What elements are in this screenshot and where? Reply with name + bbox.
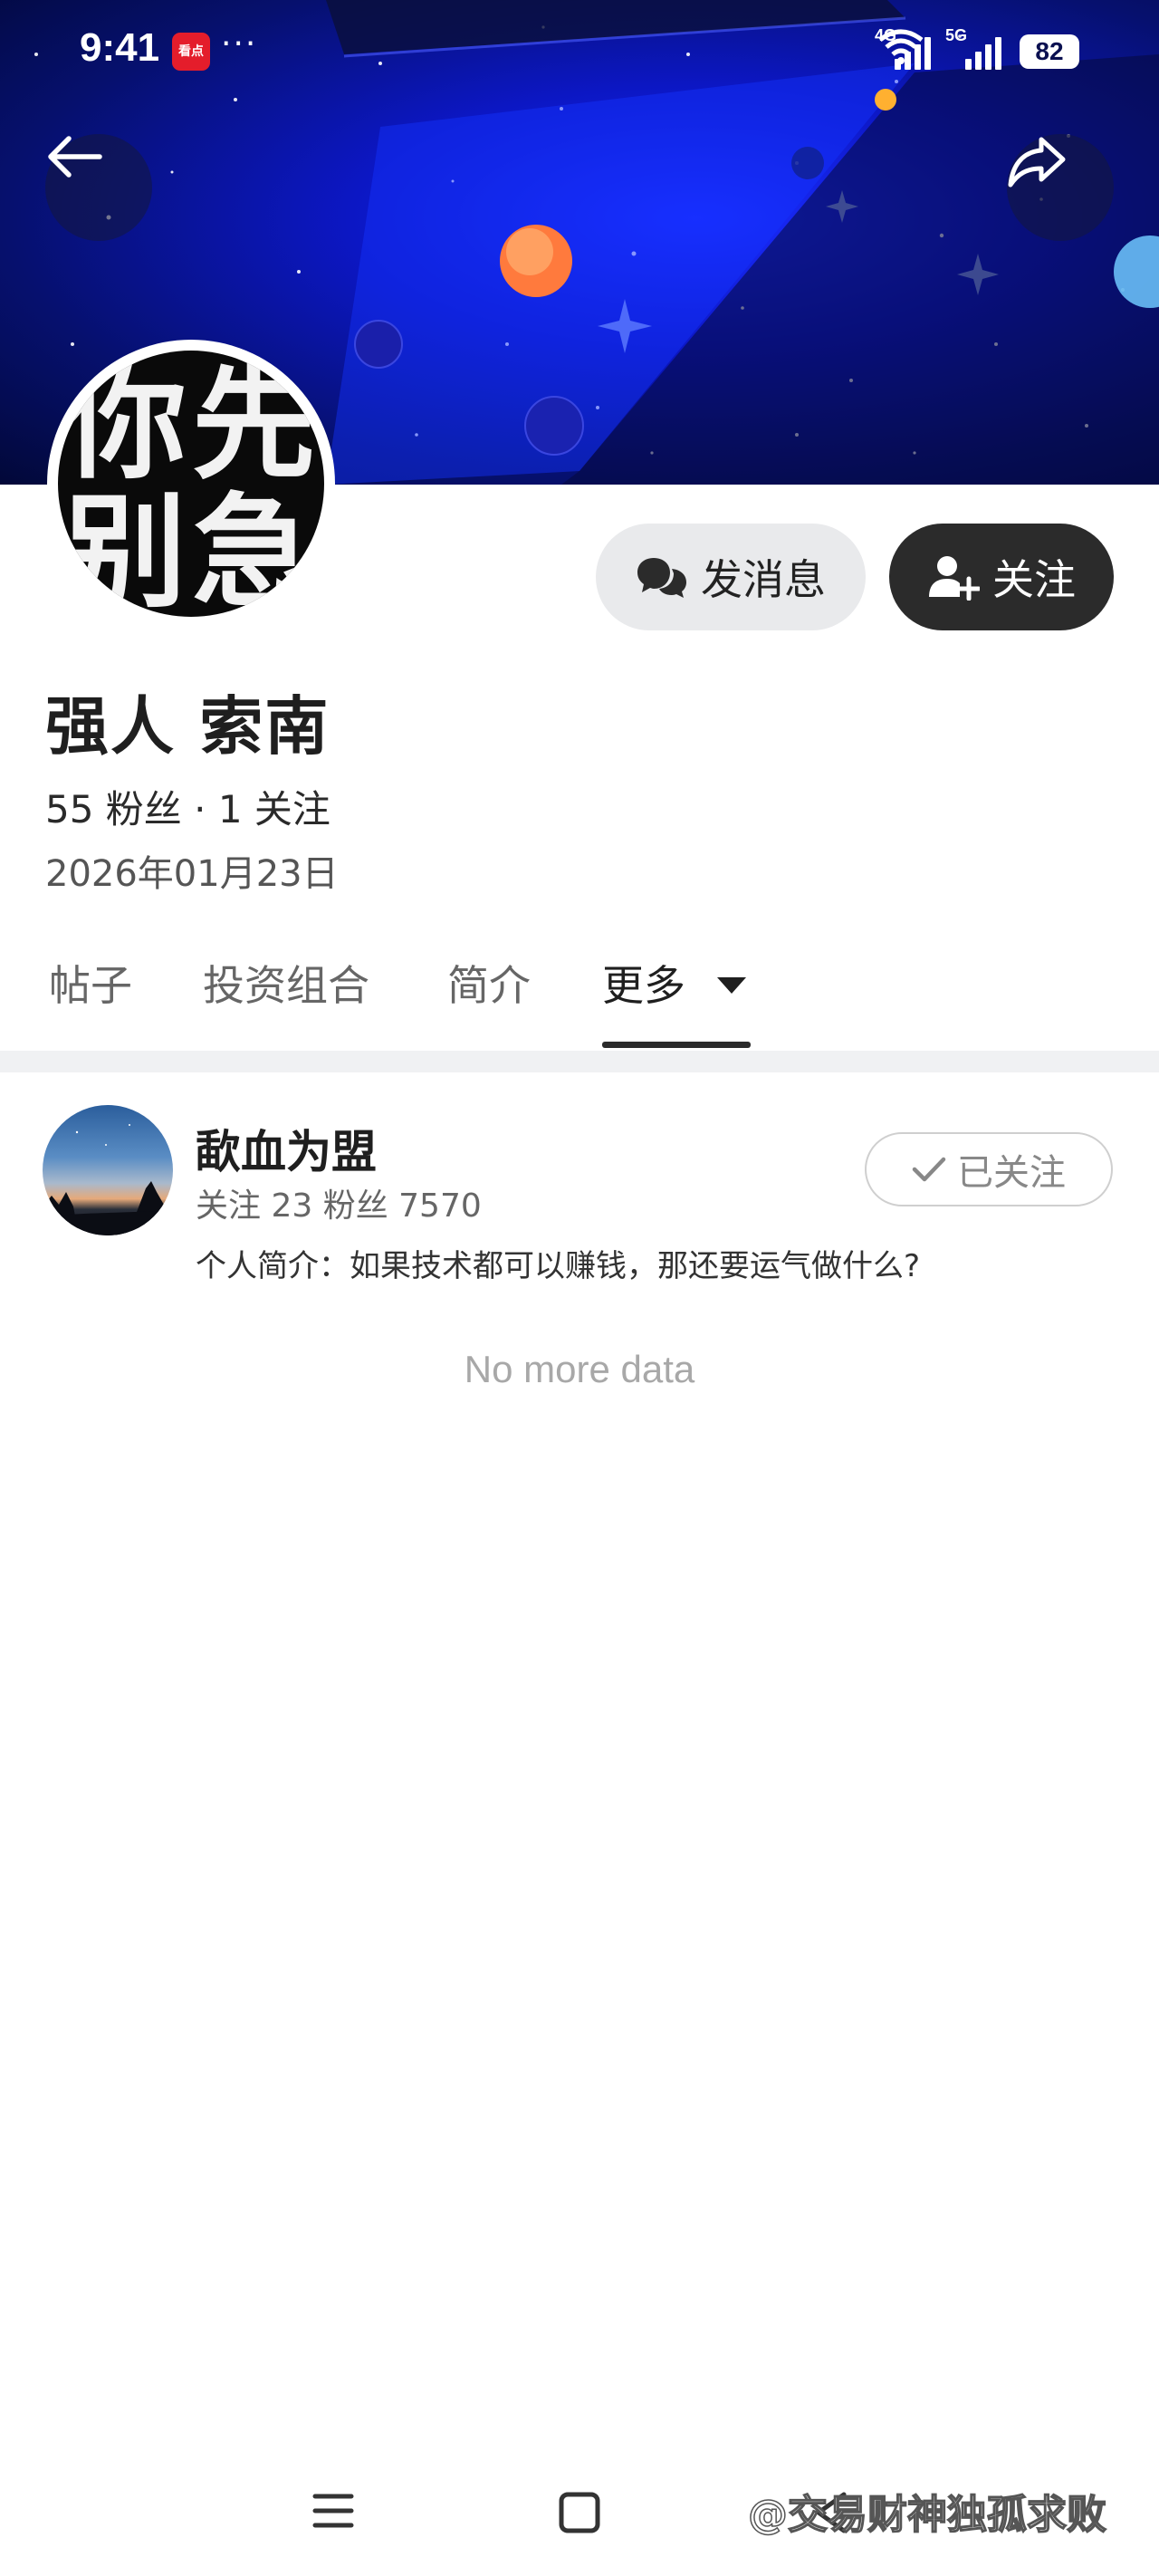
- back-arrow-icon: [48, 136, 102, 178]
- avatar-text-3: 别: [63, 482, 187, 617]
- followed-button[interactable]: 已关注: [865, 1132, 1113, 1206]
- follow-button[interactable]: 关注: [889, 524, 1114, 630]
- wifi-icon: [878, 29, 924, 64]
- status-bar: 9:41 看点 ··· 4G 5G 82: [0, 0, 1159, 100]
- avatar[interactable]: [43, 1105, 173, 1235]
- profile-tabs: 帖子 投资组合 简介 更多: [0, 951, 1159, 1051]
- menu-icon[interactable]: [311, 2491, 355, 2531]
- profile-follow-stats[interactable]: 55 粉丝 · 1 关注: [45, 779, 330, 834]
- followed-label: 已关注: [957, 1152, 1066, 1194]
- back-button[interactable]: [45, 134, 152, 241]
- avatar-text-1: 你: [63, 353, 187, 496]
- active-tab-indicator: [602, 1042, 751, 1048]
- tab-more[interactable]: 更多: [602, 951, 748, 1051]
- avatar-landscape: [43, 1124, 173, 1235]
- tab-portfolio[interactable]: 投资组合: [203, 951, 369, 1051]
- list-item[interactable]: 歃血为盟 关注 23 粉丝 7570 个人简介：如果技术都可以赚钱，那还要运气做…: [0, 1078, 1159, 1304]
- chat-bubbles-icon: [637, 558, 686, 598]
- share-icon: [1008, 137, 1066, 187]
- profile-username: 强人 索南: [45, 689, 330, 764]
- check-icon: [912, 1157, 946, 1182]
- watermark-text: @交易财神独孤求败: [747, 2491, 1107, 2539]
- section-divider: [0, 1051, 1159, 1072]
- send-message-button[interactable]: 发消息: [596, 524, 866, 630]
- profile-avatar[interactable]: 你 先 别 急: [47, 340, 335, 628]
- signal-5g-icon: 5G: [945, 26, 1001, 70]
- list-item-bio: 个人简介：如果技术都可以赚钱，那还要运气做什么?: [196, 1248, 921, 1284]
- tab-posts[interactable]: 帖子: [49, 951, 132, 1051]
- status-time: 9:41: [80, 25, 160, 70]
- share-button[interactable]: [1007, 134, 1114, 241]
- follow-label: 关注: [992, 555, 1076, 604]
- app-notification-icon: 看点: [172, 33, 210, 71]
- battery-indicator: 82: [1020, 34, 1079, 69]
- home-square-icon[interactable]: [558, 2491, 601, 2534]
- profile-join-date: 2026年01月23日: [45, 853, 339, 895]
- tab-intro[interactable]: 简介: [447, 951, 531, 1051]
- list-end-text: No more data: [464, 1348, 695, 1390]
- dropdown-triangle-icon: [716, 976, 746, 994]
- add-user-icon: [929, 556, 980, 601]
- list-item-stats: 关注 23 粉丝 7570: [196, 1187, 482, 1225]
- send-message-label: 发消息: [701, 555, 826, 604]
- list-item-name[interactable]: 歃血为盟: [196, 1116, 377, 1181]
- avatar-text-2: 先: [192, 353, 315, 496]
- avatar-text-4: 急: [192, 482, 315, 617]
- more-notifications-icon: ···: [221, 25, 258, 62]
